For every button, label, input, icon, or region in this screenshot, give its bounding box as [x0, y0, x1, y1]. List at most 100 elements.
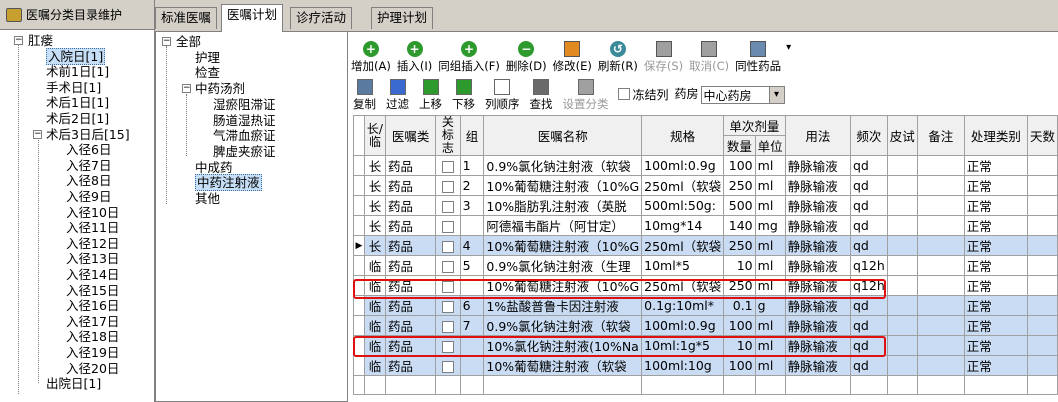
- skin-test-cell[interactable]: [886, 335, 918, 356]
- same-drug-button[interactable]: 同性药品: [732, 36, 784, 74]
- unit-cell[interactable]: ml: [754, 255, 786, 276]
- flag-checkbox[interactable]: [435, 215, 461, 236]
- frequency-cell[interactable]: qd: [850, 235, 888, 256]
- quantity-cell[interactable]: 250: [723, 275, 756, 296]
- category-item[interactable]: 全部: [176, 34, 201, 50]
- days-cell[interactable]: [1026, 235, 1058, 256]
- order-name-cell[interactable]: 1%盐酸普鲁卡因注射液: [483, 295, 643, 316]
- order-class-cell[interactable]: 药品: [384, 155, 437, 176]
- group-cell[interactable]: 3: [459, 195, 485, 216]
- tree-item[interactable]: 入径15日: [66, 283, 119, 299]
- checkbox[interactable]: [441, 240, 454, 253]
- usage-cell[interactable]: 静脉输液: [784, 215, 852, 236]
- order-type-cell[interactable]: 临: [363, 275, 386, 296]
- order-class-cell[interactable]: 药品: [384, 175, 437, 196]
- table-row[interactable]: 临药品 7 0.9%氯化钠注射液（软袋 100ml:0.9g 100 ml 静脉输液 qd 正常: [353, 315, 1058, 336]
- quantity-cell[interactable]: 250: [723, 235, 756, 256]
- order-name-cell[interactable]: 阿德福韦酯片（阿甘定）: [483, 215, 643, 236]
- process-type-cell[interactable]: 正常: [963, 155, 1028, 176]
- skin-test-cell[interactable]: [886, 255, 918, 276]
- quantity-cell[interactable]: 100: [723, 155, 756, 176]
- remark-cell[interactable]: [916, 355, 965, 376]
- table-row[interactable]: 长药品 1 0.9%氯化钠注射液（软袋 100ml:0.9g 100 ml 静脉输液 qd 正常: [353, 155, 1058, 176]
- spec-cell[interactable]: 0.1g:10ml*: [641, 295, 725, 316]
- group-cell[interactable]: 1: [459, 155, 485, 176]
- checkbox[interactable]: [441, 320, 454, 333]
- delete-button[interactable]: − 删除(D): [503, 36, 550, 74]
- group-cell[interactable]: [459, 275, 485, 296]
- checkbox[interactable]: [441, 260, 454, 273]
- flag-checkbox[interactable]: [435, 175, 461, 196]
- move-down-button[interactable]: 下移: [447, 76, 480, 112]
- usage-cell[interactable]: 静脉输液: [784, 355, 852, 376]
- order-type-cell[interactable]: 长: [363, 155, 386, 176]
- unit-cell[interactable]: ml: [754, 195, 786, 216]
- pathway-day-tree[interactable]: 肛瘘 − 入院日[1] 术前1日[1] 手术日[1] 术后1日[1] 术后2日[1] 术后3日…: [0, 30, 154, 402]
- days-cell[interactable]: [1026, 335, 1058, 356]
- order-class-cell[interactable]: 药品: [384, 295, 437, 316]
- row-indicator[interactable]: [353, 155, 365, 176]
- group-cell[interactable]: 5: [459, 255, 485, 276]
- tab-2[interactable]: 诊疗活动: [290, 7, 353, 29]
- group-cell[interactable]: [459, 355, 485, 376]
- days-cell[interactable]: [1026, 195, 1058, 216]
- find-button[interactable]: 查找: [525, 76, 558, 112]
- spec-cell[interactable]: 250ml（软袋: [641, 175, 725, 196]
- order-class-cell[interactable]: 药品: [384, 335, 437, 356]
- category-tree[interactable]: 全部 − 护理 检查 中药汤剂 − 湿瘀阻滞证 肠道湿热证 气滞血瘀证 脾虚夹瘀证 中成药 中药注射液…: [155, 31, 348, 402]
- usage-cell[interactable]: 静脉输液: [784, 275, 852, 296]
- frequency-cell[interactable]: qd: [850, 215, 888, 236]
- order-type-cell[interactable]: 临: [363, 355, 386, 376]
- category-item[interactable]: 气滞血瘀证: [213, 128, 276, 144]
- unit-cell[interactable]: ml: [754, 275, 786, 296]
- days-cell[interactable]: [1026, 175, 1058, 196]
- col-header-dose[interactable]: 单次剂量: [723, 115, 786, 136]
- tree-item[interactable]: 术前1日[1]: [46, 64, 109, 80]
- unit-cell[interactable]: ml: [754, 155, 786, 176]
- table-row[interactable]: 长药品 2 10%葡萄糖注射液（10%G 250ml（软袋 250 ml 静脉输液 qd 正常: [353, 175, 1058, 196]
- checkbox[interactable]: [441, 180, 454, 193]
- flag-checkbox[interactable]: [435, 315, 461, 336]
- quantity-cell[interactable]: 10: [723, 255, 756, 276]
- category-item[interactable]: 检查: [195, 65, 220, 81]
- table-row[interactable]: 临药品 10%葡萄糖注射液（10%G 250ml（软袋 250 ml 静脉输液 q12h 正常: [353, 275, 1058, 296]
- tree-item[interactable]: 手术日[1]: [46, 80, 101, 96]
- set-category-button[interactable]: 设置分类: [558, 76, 614, 112]
- order-name-cell[interactable]: 0.9%氯化钠注射液（软袋: [483, 315, 643, 336]
- days-cell[interactable]: [1026, 155, 1058, 176]
- quantity-cell[interactable]: 100: [723, 355, 756, 376]
- frequency-cell[interactable]: qd: [850, 175, 888, 196]
- tree-item[interactable]: 术后2日[1]: [46, 111, 109, 127]
- unit-cell[interactable]: ml: [754, 175, 786, 196]
- tree-item[interactable]: 肛瘘: [28, 33, 53, 49]
- process-type-cell[interactable]: 正常: [963, 355, 1028, 376]
- frequency-cell[interactable]: q12h: [850, 255, 888, 276]
- skin-test-cell[interactable]: [886, 175, 918, 196]
- skin-test-cell[interactable]: [886, 155, 918, 176]
- add-button[interactable]: + 增加(A): [348, 36, 394, 74]
- cancel-button[interactable]: 取消(C): [686, 36, 732, 74]
- order-name-cell[interactable]: 0.9%氯化钠注射液（生理: [483, 255, 643, 276]
- remark-cell[interactable]: [916, 315, 965, 336]
- frequency-cell[interactable]: qd: [850, 195, 888, 216]
- days-cell[interactable]: [1026, 355, 1058, 376]
- column-order-button[interactable]: 列顺序: [480, 76, 525, 112]
- order-class-cell[interactable]: 药品: [384, 215, 437, 236]
- quantity-cell[interactable]: 10: [723, 335, 756, 356]
- tree-item[interactable]: 入径19日: [66, 345, 119, 361]
- col-header-days[interactable]: 天数: [1026, 115, 1058, 156]
- usage-cell[interactable]: 静脉输液: [784, 235, 852, 256]
- tree-item[interactable]: 入径13日: [66, 251, 119, 267]
- table-row[interactable]: 临药品 10%氯化钠注射液(10%Na 10ml:1g*5 10 ml 静脉输液 qd 正常: [353, 335, 1058, 356]
- days-cell[interactable]: [1026, 255, 1058, 276]
- spec-cell[interactable]: 100ml:0.9g: [641, 155, 725, 176]
- spec-cell[interactable]: 500ml:50g:: [641, 195, 725, 216]
- remark-cell[interactable]: [916, 195, 965, 216]
- col-header-process[interactable]: 处理类别: [963, 115, 1028, 156]
- usage-cell[interactable]: 静脉输液: [784, 295, 852, 316]
- col-header-unit[interactable]: 单位: [754, 135, 786, 156]
- remark-cell[interactable]: [916, 215, 965, 236]
- order-name-cell[interactable]: 10%氯化钠注射液(10%Na: [483, 335, 643, 356]
- row-indicator[interactable]: [353, 215, 365, 236]
- tree-item[interactable]: 入径11日: [66, 220, 119, 236]
